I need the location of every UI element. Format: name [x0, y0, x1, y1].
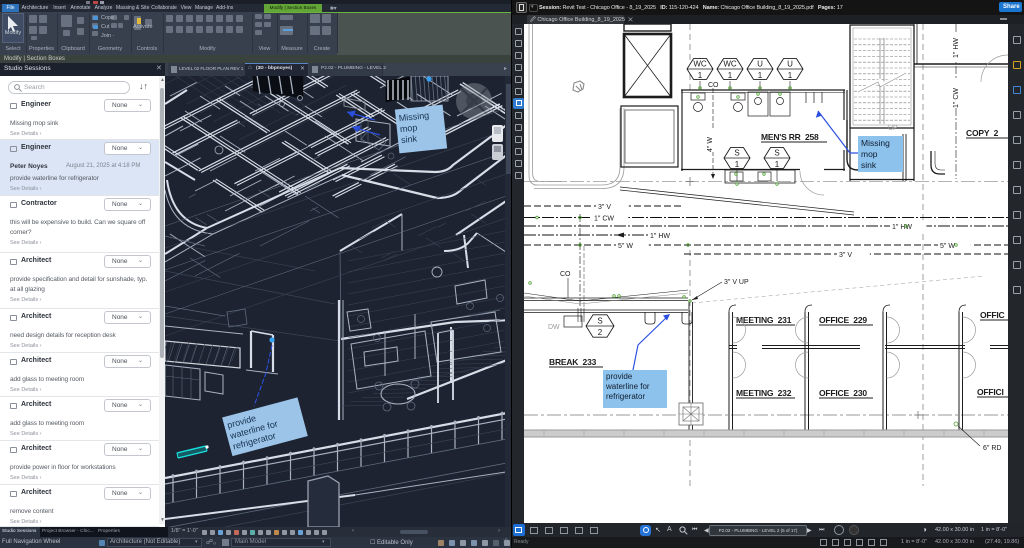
- svg-text:1" HW: 1" HW: [953, 38, 960, 58]
- svg-text:6" RD: 6" RD: [983, 445, 1001, 452]
- svg-text:MEN'S RR 258: MEN'S RR 258: [761, 132, 819, 142]
- svg-text:1" HW: 1" HW: [650, 233, 670, 240]
- svg-text:sink: sink: [401, 133, 418, 145]
- svg-text:WC: WC: [723, 60, 737, 69]
- svg-text:waterline for: waterline for: [605, 382, 650, 391]
- svg-text:WC: WC: [693, 60, 707, 69]
- svg-text:OFFICI: OFFICI: [977, 387, 1004, 397]
- svg-text:5" W: 5" W: [618, 243, 633, 250]
- svg-text:1: 1: [735, 160, 740, 169]
- svg-text:BREAK 233: BREAK 233: [549, 357, 597, 367]
- svg-text:3" V: 3" V: [839, 252, 852, 259]
- svg-text:1: 1: [775, 160, 780, 169]
- svg-text:1: 1: [698, 71, 703, 80]
- svg-text:1" CW: 1" CW: [953, 88, 960, 108]
- svg-text:sink: sink: [861, 160, 877, 170]
- svg-text:U: U: [757, 60, 763, 69]
- svg-text:MEETING 232: MEETING 232: [736, 388, 792, 398]
- svg-text:COPY 2: COPY 2: [966, 128, 999, 138]
- svg-text:1: 1: [728, 71, 733, 80]
- svg-text:UP: UP: [888, 125, 898, 132]
- svg-text:OFFIC: OFFIC: [980, 310, 1005, 320]
- svg-text:CO: CO: [708, 82, 719, 89]
- svg-text:DW: DW: [548, 324, 560, 331]
- svg-text:refrigerator: refrigerator: [606, 392, 645, 401]
- svg-text:MEETING 231: MEETING 231: [736, 315, 792, 325]
- svg-text:S: S: [774, 149, 779, 158]
- svg-text:4" W: 4" W: [707, 137, 714, 152]
- svg-text:mop: mop: [399, 122, 417, 134]
- svg-text:3" V: 3" V: [598, 204, 611, 211]
- svg-text:2: 2: [598, 328, 603, 337]
- svg-text:OFFICE 229: OFFICE 229: [819, 315, 867, 325]
- svg-text:1" HW: 1" HW: [892, 224, 912, 231]
- svg-text:1" CW: 1" CW: [594, 216, 614, 223]
- svg-text:mop: mop: [861, 149, 878, 159]
- svg-text:1: 1: [758, 71, 763, 80]
- svg-text:OFFICE 230: OFFICE 230: [819, 388, 867, 398]
- svg-text:3" V UP: 3" V UP: [724, 279, 749, 286]
- svg-text:Missing: Missing: [861, 138, 890, 148]
- svg-text:CO: CO: [560, 271, 571, 278]
- svg-text:S: S: [734, 149, 739, 158]
- svg-text:5" W: 5" W: [940, 243, 955, 250]
- svg-text:U: U: [787, 60, 793, 69]
- svg-text:1: 1: [788, 71, 793, 80]
- svg-text:S: S: [597, 317, 602, 326]
- svg-text:provide: provide: [606, 372, 633, 381]
